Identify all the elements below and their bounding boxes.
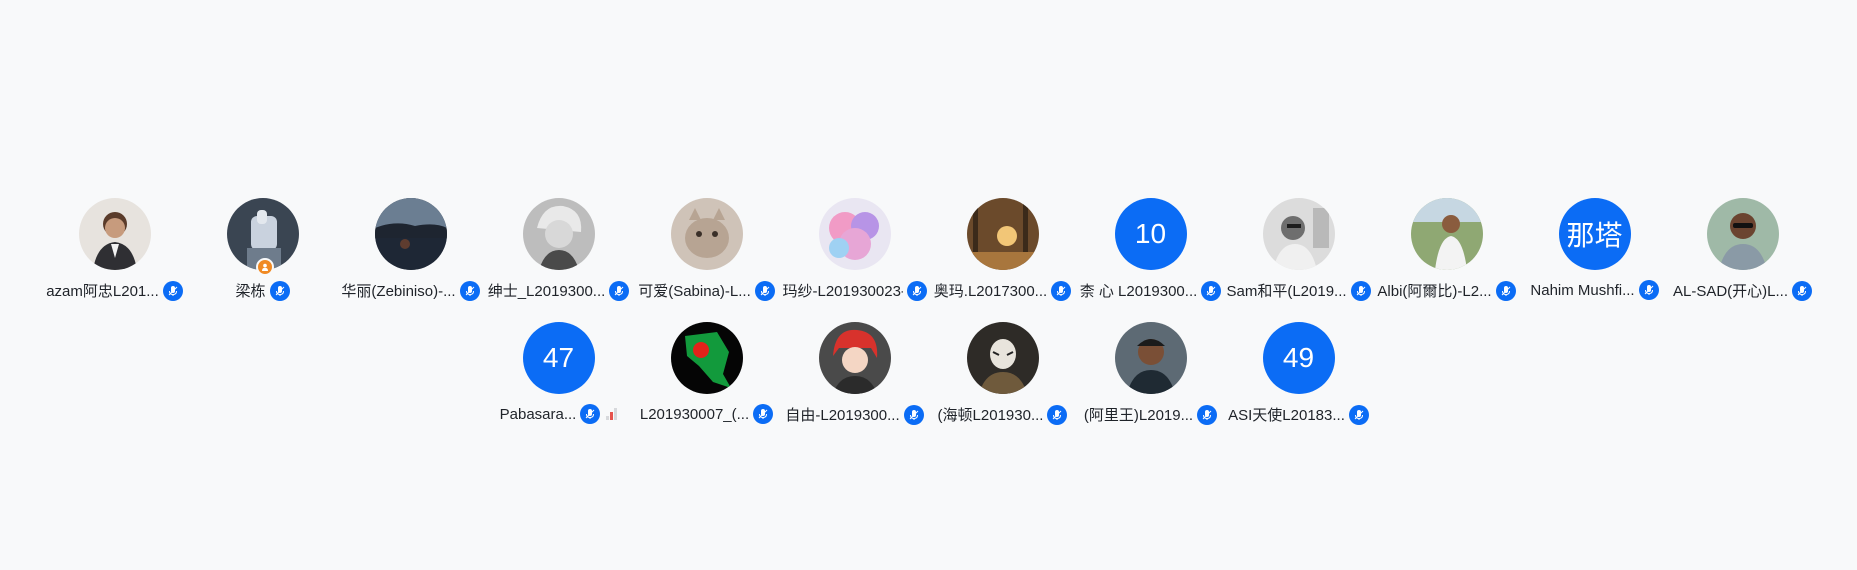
host-badge-icon	[255, 258, 274, 276]
mic-icon[interactable]	[1792, 280, 1813, 301]
avatar-photo	[966, 322, 1039, 394]
participant-name: 可爱(Sabina)-L...	[638, 283, 751, 300]
avatar-photo	[818, 322, 891, 394]
avatar-initials: 49	[1262, 322, 1335, 394]
participant-tile[interactable]: (阿里王)L2019...	[1077, 322, 1225, 425]
participant-name: Albi(阿爾比)-L2...	[1377, 283, 1492, 300]
participant-tile[interactable]: 47 Pabasara...	[485, 322, 633, 425]
participant-name: 玛纱-L201930023-...	[782, 283, 903, 300]
avatar-photo	[670, 198, 743, 270]
participant-tile[interactable]: 那塔 Nahim Mushfi...	[1521, 198, 1669, 301]
participant-tile[interactable]: Albi(阿爾比)-L2...	[1373, 198, 1521, 301]
mic-icon[interactable]	[754, 280, 775, 301]
avatar-initials: 那塔	[1558, 198, 1631, 270]
participant-tile[interactable]: azam阿忠L201...	[41, 198, 189, 301]
participant-name: 梁栋	[235, 283, 266, 300]
avatar[interactable]	[818, 198, 891, 270]
mic-icon[interactable]	[1047, 404, 1068, 425]
mic-icon[interactable]	[269, 280, 290, 301]
mic-icon[interactable]	[1638, 280, 1659, 300]
avatar[interactable]	[818, 322, 891, 394]
avatar[interactable]	[226, 198, 299, 276]
participant-tile[interactable]: 奥玛.L2017300...	[929, 198, 1077, 301]
avatar[interactable]	[670, 322, 743, 394]
avatar-initials: 47	[522, 322, 595, 394]
mic-icon[interactable]	[1197, 404, 1218, 425]
participant-tile[interactable]: Sam和平(L2019...	[1225, 198, 1373, 301]
participant-tile[interactable]: AL-SAD(开心)L...	[1669, 198, 1817, 301]
participant-row-1: azam阿忠L201... 梁栋 华丽(Zebiniso)-... 绅士_L20…	[0, 198, 1857, 301]
mic-icon[interactable]	[1201, 280, 1222, 301]
mic-icon[interactable]	[162, 280, 183, 301]
participant-tile[interactable]: 可爱(Sabina)-L...	[633, 198, 781, 301]
mic-icon[interactable]	[753, 404, 774, 424]
avatar-photo	[1262, 198, 1335, 270]
mic-icon[interactable]	[903, 404, 924, 425]
participant-tile[interactable]: L201930007_(...	[633, 322, 781, 425]
avatar-photo	[1706, 198, 1779, 270]
avatar[interactable]	[78, 198, 151, 270]
avatar-photo	[966, 198, 1039, 270]
participant-tile[interactable]: 自由-L2019300...	[781, 322, 929, 425]
mic-icon[interactable]	[1348, 404, 1369, 425]
participant-name: ASI天使L20183...	[1228, 407, 1345, 424]
mic-icon[interactable]	[1350, 280, 1371, 301]
participant-name: 奥玛.L2017300...	[933, 283, 1048, 300]
avatar-photo	[374, 198, 447, 270]
participant-tile[interactable]: 49 ASI天使L20183...	[1225, 322, 1373, 425]
participant-name: L201930007_(...	[639, 405, 750, 423]
participant-row-2: 47 Pabasara... L201930007_(... 自由-L20193…	[0, 322, 1857, 425]
avatar[interactable]: 10	[1114, 198, 1187, 270]
avatar-photo	[818, 198, 891, 270]
participant-tile[interactable]: 梁栋	[189, 198, 337, 301]
participant-tile[interactable]: 玛纱-L201930023-...	[781, 198, 929, 301]
avatar[interactable]: 49	[1262, 322, 1335, 394]
mic-icon[interactable]	[1051, 280, 1072, 301]
mic-icon[interactable]	[580, 404, 601, 424]
avatar-photo	[670, 322, 743, 394]
participant-name: 华丽(Zebiniso)-...	[341, 283, 456, 300]
participant-name: 自由-L2019300...	[785, 407, 900, 424]
participant-gallery: azam阿忠L201... 梁栋 华丽(Zebiniso)-... 绅士_L20…	[0, 0, 1857, 570]
avatar-photo	[78, 198, 151, 270]
participant-name: Pabasara...	[499, 405, 577, 423]
avatar[interactable]	[1706, 198, 1779, 270]
avatar-photo	[522, 198, 595, 270]
avatar[interactable]	[670, 198, 743, 270]
participant-name: (阿里王)L2019...	[1083, 407, 1194, 424]
avatar[interactable]	[1114, 322, 1187, 394]
avatar[interactable]	[374, 198, 447, 270]
participant-name: azam阿忠L201...	[46, 283, 159, 300]
participant-name: Nahim Mushfi...	[1530, 281, 1635, 299]
avatar-photo	[1410, 198, 1483, 270]
mic-icon[interactable]	[609, 280, 630, 301]
participant-tile[interactable]: (海顿L201930...	[929, 322, 1077, 425]
avatar[interactable]	[1410, 198, 1483, 270]
mic-icon[interactable]	[906, 280, 927, 301]
avatar[interactable]	[522, 198, 595, 270]
participant-name: 绅士_L2019300...	[487, 283, 606, 300]
participant-name: (海顿L201930...	[937, 407, 1044, 424]
mic-icon[interactable]	[1495, 280, 1516, 301]
avatar[interactable]: 那塔	[1558, 198, 1631, 270]
avatar-photo	[1114, 322, 1187, 394]
participant-tile[interactable]: 10 柰 心 L2019300...	[1077, 198, 1225, 301]
participant-tile[interactable]: 华丽(Zebiniso)-...	[337, 198, 485, 301]
signal-strength-icon	[606, 408, 618, 420]
participant-name: Sam和平(L2019...	[1226, 283, 1347, 300]
participant-name: 柰 心 L2019300...	[1079, 283, 1198, 300]
avatar-initials: 10	[1114, 198, 1187, 270]
participant-name: AL-SAD(开心)L...	[1672, 283, 1789, 300]
avatar[interactable]	[966, 322, 1039, 394]
avatar[interactable]	[1262, 198, 1335, 270]
mic-icon[interactable]	[459, 280, 480, 301]
participant-tile[interactable]: 绅士_L2019300...	[485, 198, 633, 301]
avatar[interactable]	[966, 198, 1039, 270]
avatar[interactable]: 47	[522, 322, 595, 394]
